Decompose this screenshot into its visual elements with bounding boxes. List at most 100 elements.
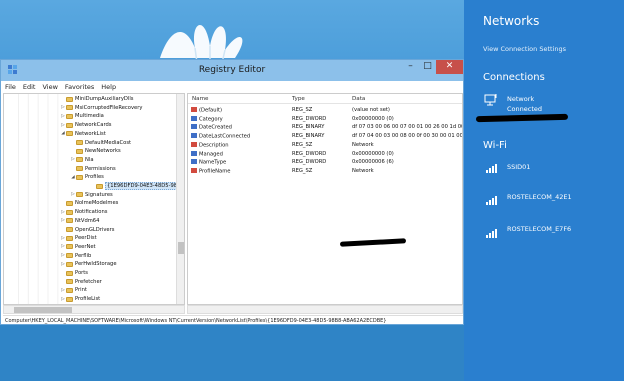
folder-icon bbox=[66, 96, 73, 102]
registry-tree-pane[interactable]: MiniDumpAuxiliaryDlls ▷ MsiCorruptedFileRe… bbox=[3, 93, 185, 305]
tree-item-label: DefaultMediaCost bbox=[85, 139, 132, 146]
folder-icon bbox=[76, 174, 83, 180]
tree-item[interactable]: ▷ ProfileList bbox=[60, 295, 100, 303]
column-data-header[interactable]: Data bbox=[352, 96, 365, 102]
tree-item-label: Signatures bbox=[85, 191, 113, 198]
folder-icon bbox=[66, 105, 73, 111]
tree-item-label: MiniDumpAuxiliaryDlls bbox=[75, 96, 134, 102]
folder-icon bbox=[66, 209, 73, 215]
value-row[interactable]: DateLastConnected REG_BINARY df 07 04 00 0… bbox=[188, 132, 462, 140]
tree-item[interactable]: ▷ Signatures bbox=[70, 191, 113, 199]
wifi-network-item[interactable]: SSID01 bbox=[507, 163, 530, 171]
values-header: Name Type Data bbox=[188, 94, 462, 104]
value-type: REG_SZ bbox=[292, 141, 313, 148]
tree-item-label: Nla bbox=[85, 156, 94, 163]
folder-icon bbox=[66, 279, 73, 285]
folder-icon bbox=[66, 287, 73, 293]
value-row[interactable]: Description REG_SZ Network bbox=[188, 141, 462, 149]
folder-icon bbox=[66, 296, 73, 302]
value-type: REG_SZ bbox=[292, 107, 313, 113]
tree-item[interactable]: ▷ MsiCorruptedFileRecovery bbox=[60, 104, 142, 112]
tree-horizontal-scrollbar[interactable] bbox=[3, 305, 185, 314]
value-type: REG_DWORD bbox=[292, 159, 327, 166]
tree-item[interactable]: ◢ Profiles bbox=[70, 173, 104, 181]
value-data: df 07 03 00 06 00 07 00 01 00 26 00 1d 0… bbox=[352, 124, 462, 131]
value-name: ProfileName bbox=[191, 167, 230, 174]
menu-edit[interactable]: Edit bbox=[23, 83, 36, 91]
column-name-header[interactable]: Name bbox=[192, 96, 209, 102]
status-bar-path: Computer\HKEY_LOCAL_MACHINE\SOFTWARE\Mic… bbox=[3, 315, 463, 325]
folder-icon bbox=[76, 192, 83, 198]
value-name: (Default) bbox=[191, 107, 222, 114]
tree-item-label: Perflib bbox=[75, 252, 92, 259]
folder-icon bbox=[66, 200, 73, 206]
value-name-text: Managed bbox=[199, 151, 223, 157]
value-name: DateCreated bbox=[191, 124, 232, 131]
tree-item[interactable]: Ports bbox=[60, 269, 88, 277]
tree-item[interactable]: OpenGLDrivers bbox=[60, 226, 114, 234]
tree-item[interactable]: ▷ Print bbox=[60, 286, 87, 294]
tree-item[interactable]: ▷ Multimedia bbox=[60, 112, 104, 120]
tree-item[interactable]: NoImeModelmes bbox=[60, 199, 118, 207]
tree-item-label: PerHwIdStorage bbox=[75, 261, 117, 268]
tree-item[interactable]: Prefetcher bbox=[60, 278, 102, 286]
value-row[interactable]: NameType REG_DWORD 0x00000006 (6) bbox=[188, 158, 462, 166]
values-horizontal-scrollbar[interactable] bbox=[187, 305, 463, 314]
window-title: Registry Editor bbox=[198, 65, 266, 75]
minimize-button[interactable]: – bbox=[402, 60, 419, 74]
networks-charm-pane: Networks View Connection Settings Connec… bbox=[464, 0, 624, 381]
value-row[interactable]: Managed REG_DWORD 0x00000000 (0) bbox=[188, 150, 462, 158]
string-value-icon bbox=[191, 167, 197, 173]
close-button[interactable]: ✕ bbox=[436, 60, 463, 74]
tree-item[interactable]: MiniDumpAuxiliaryDlls bbox=[60, 95, 133, 103]
value-row[interactable]: (Default) REG_SZ (value not set) bbox=[188, 106, 462, 114]
value-data: 0x00000000 (0) bbox=[352, 150, 394, 157]
tree-item[interactable]: ▷ Nla bbox=[70, 156, 94, 164]
tree-item[interactable]: {1E96DFD9-04E3-48D5-98B bbox=[90, 182, 183, 190]
tree-item-label: {1E96DFD9-04E3-48D5-98B bbox=[105, 182, 183, 190]
title-bar[interactable]: Registry Editor – □ ✕ bbox=[1, 60, 463, 81]
menu-help[interactable]: Help bbox=[101, 83, 116, 91]
tree-item[interactable]: Permissions bbox=[70, 165, 116, 173]
folder-icon bbox=[76, 140, 83, 145]
tree-item-label: NoImeModelmes bbox=[75, 200, 119, 207]
tree-item[interactable]: ▷ PeerDist bbox=[60, 234, 96, 242]
tree-item[interactable]: ▷ PerHwIdStorage bbox=[60, 260, 117, 268]
tree-item[interactable]: DefaultMediaCost bbox=[70, 139, 131, 147]
value-row[interactable]: DateCreated REG_BINARY df 07 03 00 06 00 0… bbox=[188, 123, 462, 131]
value-name-text: Description bbox=[199, 142, 229, 149]
menu-view[interactable]: View bbox=[42, 83, 57, 91]
view-connection-settings-link[interactable]: View Connection Settings bbox=[483, 45, 566, 53]
connections-heading: Connections bbox=[483, 72, 545, 83]
menu-file[interactable]: File bbox=[5, 83, 16, 91]
tree-item[interactable]: NewNetworks bbox=[70, 147, 121, 155]
registry-values-pane[interactable]: Name Type Data (Default) REG_SZ (value not… bbox=[187, 93, 463, 305]
wifi-network-item[interactable]: ROSTELECOM_E7F6 bbox=[507, 225, 571, 233]
redaction-scribble bbox=[475, 113, 569, 123]
tree-item[interactable]: ◢ NetworkList bbox=[60, 130, 105, 138]
tree-vertical-scrollbar[interactable] bbox=[176, 94, 184, 304]
tree-item-label: Profiles bbox=[85, 174, 104, 181]
value-type: REG_DWORD bbox=[292, 150, 327, 157]
tree-item[interactable]: ▷ NtVdm64 bbox=[60, 217, 99, 225]
folder-icon bbox=[66, 235, 73, 241]
string-value-icon bbox=[191, 141, 197, 147]
column-type-header[interactable]: Type bbox=[292, 96, 305, 102]
tree-item[interactable]: ▷ NetworkCards bbox=[60, 121, 111, 129]
folder-icon bbox=[76, 157, 83, 163]
value-name: Category bbox=[191, 115, 223, 122]
wired-network-icon bbox=[484, 94, 497, 106]
tree-item[interactable]: ▷ Notifications bbox=[60, 208, 107, 216]
tree-item-label: ProfileList bbox=[75, 296, 101, 303]
tree-item[interactable]: ▷ Perflib bbox=[60, 252, 91, 260]
connection-name[interactable]: Network bbox=[507, 95, 534, 103]
menu-favorites[interactable]: Favorites bbox=[65, 83, 94, 91]
wifi-network-item[interactable]: ROSTELECOM_42E1 bbox=[507, 193, 572, 201]
tree-scroll-thumb[interactable] bbox=[178, 242, 184, 254]
tree-item[interactable]: ▷ PeerNet bbox=[60, 243, 95, 251]
tree-hscroll-thumb[interactable] bbox=[14, 307, 72, 313]
binary-value-icon bbox=[191, 159, 197, 165]
value-row[interactable]: Category REG_DWORD 0x00000000 (0) bbox=[188, 115, 462, 123]
value-row[interactable]: ProfileName REG_SZ Network bbox=[188, 167, 462, 175]
maximize-button[interactable]: □ bbox=[419, 60, 436, 74]
